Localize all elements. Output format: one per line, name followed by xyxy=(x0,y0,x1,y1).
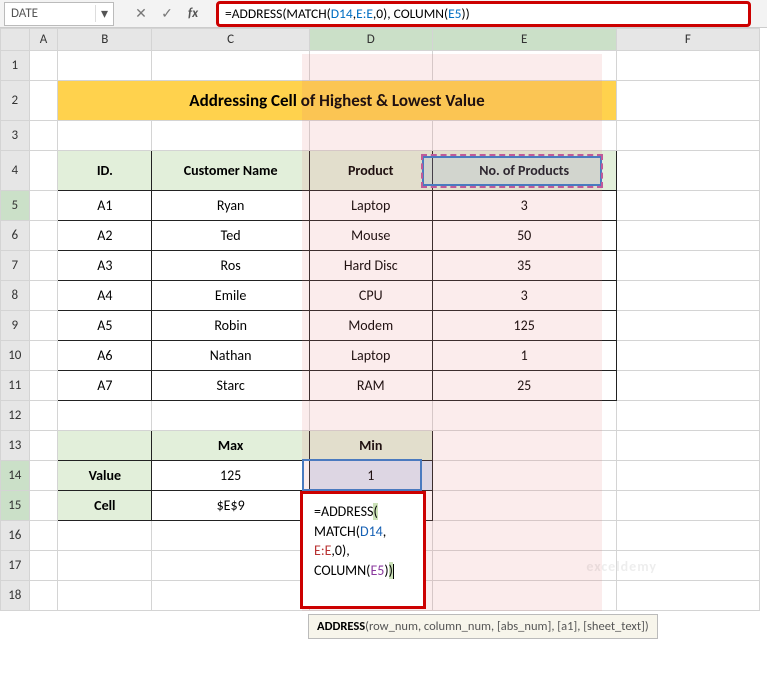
table-cell[interactable]: 3 xyxy=(432,191,616,221)
summary-value-label: Value xyxy=(58,461,152,491)
row-header-2[interactable]: 2 xyxy=(1,81,30,121)
table-cell[interactable]: A6 xyxy=(58,341,152,371)
col-header-F[interactable]: F xyxy=(616,29,759,51)
table-cell[interactable]: Emile xyxy=(152,281,310,311)
summary-min-value[interactable]: 1 xyxy=(309,461,432,491)
row-header-10[interactable]: 10 xyxy=(1,341,30,371)
th-id: ID. xyxy=(58,151,152,191)
tooltip-args: (row_num, column_num, [abs_num], [a1], [… xyxy=(365,619,648,634)
formula-bar-content: =ADDRESS(MATCH(D14,E:E,0), COLUMN(E5)) xyxy=(219,5,476,22)
select-all-cell[interactable] xyxy=(1,29,30,51)
col-header-A[interactable]: A xyxy=(29,29,58,51)
formula-text: MATCH( xyxy=(314,523,360,540)
formula-ref: D14 xyxy=(360,523,383,540)
row-header-4[interactable]: 4 xyxy=(1,151,30,191)
name-box-dropdown-icon[interactable]: ▾ xyxy=(95,5,113,22)
formula-bar-buttons: ✕ ✓ fx xyxy=(118,5,216,22)
summary-max-value[interactable]: 125 xyxy=(152,461,310,491)
formula-ref: E5 xyxy=(370,562,384,579)
fx-icon[interactable]: fx xyxy=(182,6,204,21)
sheet-title: Addressing Cell of Highest & Lowest Valu… xyxy=(58,81,616,121)
summary-max-cell[interactable]: $E$9 xyxy=(152,491,310,521)
name-box[interactable]: DATE ▾ xyxy=(4,2,114,26)
name-box-text: DATE xyxy=(5,6,95,21)
table-cell[interactable]: Modem xyxy=(309,311,432,341)
summary-max-header: Max xyxy=(152,431,310,461)
col-header-B[interactable]: B xyxy=(58,29,152,51)
table-cell[interactable]: Nathan xyxy=(152,341,310,371)
table-cell[interactable]: 35 xyxy=(432,251,616,281)
table-cell[interactable]: Laptop xyxy=(309,191,432,221)
text-cursor xyxy=(393,564,394,579)
table-cell[interactable]: Laptop xyxy=(309,341,432,371)
formula-text: COLUMN( xyxy=(314,562,370,579)
summary-cell-label: Cell xyxy=(58,491,152,521)
formula-text: ) xyxy=(384,562,388,579)
summary-corner xyxy=(58,431,152,461)
table-cell[interactable]: A3 xyxy=(58,251,152,281)
formula-bar[interactable]: =ADDRESS(MATCH(D14,E:E,0), COLUMN(E5)) xyxy=(216,1,751,27)
table-cell[interactable]: Starc xyxy=(152,371,310,401)
table-cell[interactable]: A2 xyxy=(58,221,152,251)
table-cell[interactable]: Ryan xyxy=(152,191,310,221)
row-header-5[interactable]: 5 xyxy=(1,191,30,221)
table-cell[interactable]: Ted xyxy=(152,221,310,251)
table-cell[interactable]: Ros xyxy=(152,251,310,281)
row-header-13[interactable]: 13 xyxy=(1,431,30,461)
confirm-icon[interactable]: ✓ xyxy=(156,5,178,22)
formula-paren: ( xyxy=(373,503,377,520)
table-cell[interactable]: A5 xyxy=(58,311,152,341)
table-cell[interactable]: A7 xyxy=(58,371,152,401)
table-cell[interactable]: 1 xyxy=(432,341,616,371)
cancel-icon[interactable]: ✕ xyxy=(130,5,152,22)
function-tooltip: ADDRESS(row_num, column_num, [abs_num], … xyxy=(308,614,658,639)
col-header-E[interactable]: E xyxy=(432,29,616,51)
th-nprod: No. of Products xyxy=(432,151,616,191)
th-customer: Customer Name xyxy=(152,151,310,191)
col-header-C[interactable]: C xyxy=(152,29,310,51)
row-header-17[interactable]: 17 xyxy=(1,551,30,581)
row-header-12[interactable]: 12 xyxy=(1,401,30,431)
formula-text: , xyxy=(383,523,387,540)
formula-text: =ADDRESS xyxy=(314,503,373,520)
th-product: Product xyxy=(309,151,432,191)
table-cell[interactable]: CPU xyxy=(309,281,432,311)
row-header-3[interactable]: 3 xyxy=(1,121,30,151)
table-cell[interactable]: A4 xyxy=(58,281,152,311)
summary-min-header: Min xyxy=(309,431,432,461)
row-header-16[interactable]: 16 xyxy=(1,521,30,551)
table-cell[interactable]: Robin xyxy=(152,311,310,341)
table-cell[interactable]: Hard Disc xyxy=(309,251,432,281)
table-cell[interactable]: RAM xyxy=(309,371,432,401)
row-header-6[interactable]: 6 xyxy=(1,221,30,251)
formula-bar-row: DATE ▾ ✕ ✓ fx =ADDRESS(MATCH(D14,E:E,0),… xyxy=(0,0,767,28)
table-cell[interactable]: Mouse xyxy=(309,221,432,251)
row-header-9[interactable]: 9 xyxy=(1,311,30,341)
row-header-15[interactable]: 15 xyxy=(1,491,30,521)
row-header-14[interactable]: 14 xyxy=(1,461,30,491)
table-cell[interactable]: 3 xyxy=(432,281,616,311)
row-header-1[interactable]: 1 xyxy=(1,51,30,81)
row-header-7[interactable]: 7 xyxy=(1,251,30,281)
table-cell[interactable]: 25 xyxy=(432,371,616,401)
table-cell[interactable]: A1 xyxy=(58,191,152,221)
table-cell[interactable]: 125 xyxy=(432,311,616,341)
tooltip-fn-name: ADDRESS xyxy=(317,619,365,634)
row-header-8[interactable]: 8 xyxy=(1,281,30,311)
table-cell[interactable]: 50 xyxy=(432,221,616,251)
row-header-11[interactable]: 11 xyxy=(1,371,30,401)
col-header-D[interactable]: D xyxy=(309,29,432,51)
formula-ref: E:E xyxy=(314,542,331,559)
column-headers: A B C D E F xyxy=(1,29,760,51)
row-header-18[interactable]: 18 xyxy=(1,581,30,611)
cell-formula-editor[interactable]: =ADDRESS( MATCH(D14, E:E,0), COLUMN(E5)) xyxy=(306,496,422,586)
formula-text: ,0), xyxy=(331,542,349,559)
worksheet[interactable]: A B C D E F 1 2 Addressing Cell of Highe… xyxy=(0,28,767,611)
